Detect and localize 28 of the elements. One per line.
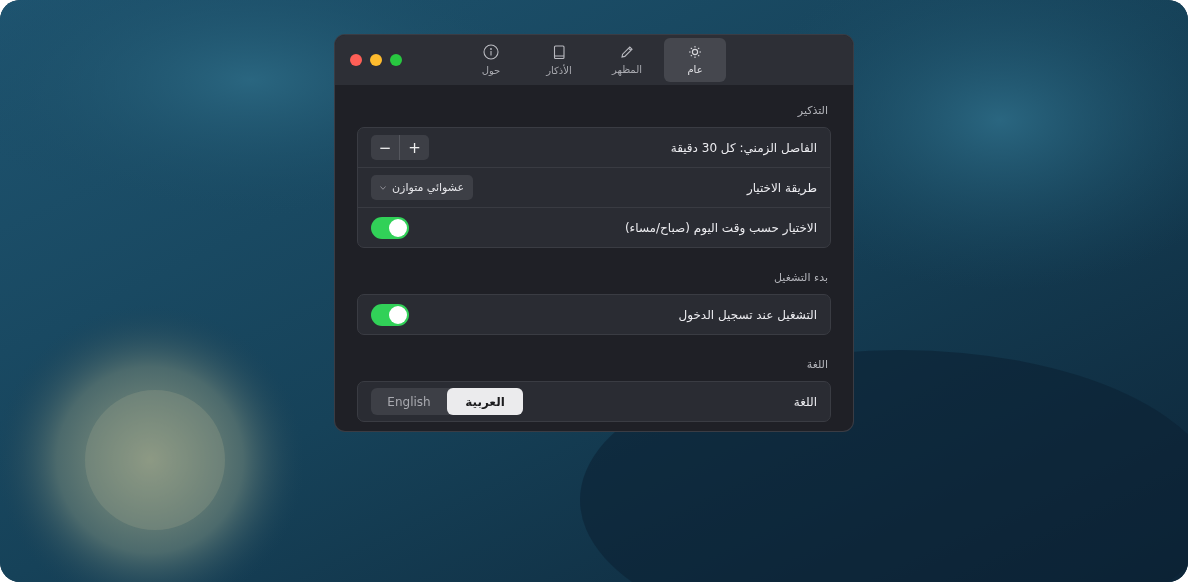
pencil-icon <box>620 45 634 59</box>
gear-icon <box>688 45 702 59</box>
dropdown-button[interactable]: عشوائي متوازن <box>371 175 474 200</box>
zoom-button[interactable] <box>390 54 402 66</box>
setting-label: الفاصل الزمني: كل 30 دقيقة <box>670 140 817 155</box>
toolbar-tab[interactable]: عام <box>664 38 726 82</box>
section-title: اللغة <box>806 358 829 372</box>
section-title: بدء التشغيل <box>774 271 829 285</box>
toolbar-tab[interactable]: المظهر <box>596 38 658 82</box>
toolbar-tab[interactable]: حول <box>460 38 522 82</box>
setting-label: طريقة الاختيار <box>746 180 817 195</box>
segment-option[interactable]: العربية <box>447 388 523 415</box>
minimize-button[interactable] <box>370 54 382 66</box>
chevron-down-icon <box>380 185 386 190</box>
book-icon <box>552 44 566 60</box>
increment-button[interactable]: + <box>400 135 429 160</box>
setting-label: الاختيار حسب وقت اليوم (صباح/مساء) <box>624 220 817 235</box>
stepper[interactable]: + − <box>371 135 429 160</box>
close-button[interactable] <box>350 54 362 66</box>
setting-label: التشغيل عند تسجيل الدخول <box>678 307 817 322</box>
decrement-button[interactable]: − <box>371 135 400 160</box>
segment-option[interactable]: English <box>371 388 447 415</box>
info-icon <box>483 44 499 60</box>
setting-label: اللغة <box>793 394 817 409</box>
toolbar-tab[interactable]: الأذكار <box>528 38 590 82</box>
toggle-switch[interactable] <box>371 216 409 239</box>
toggle-switch[interactable] <box>371 303 409 326</box>
section-title: التذكير <box>797 104 829 118</box>
